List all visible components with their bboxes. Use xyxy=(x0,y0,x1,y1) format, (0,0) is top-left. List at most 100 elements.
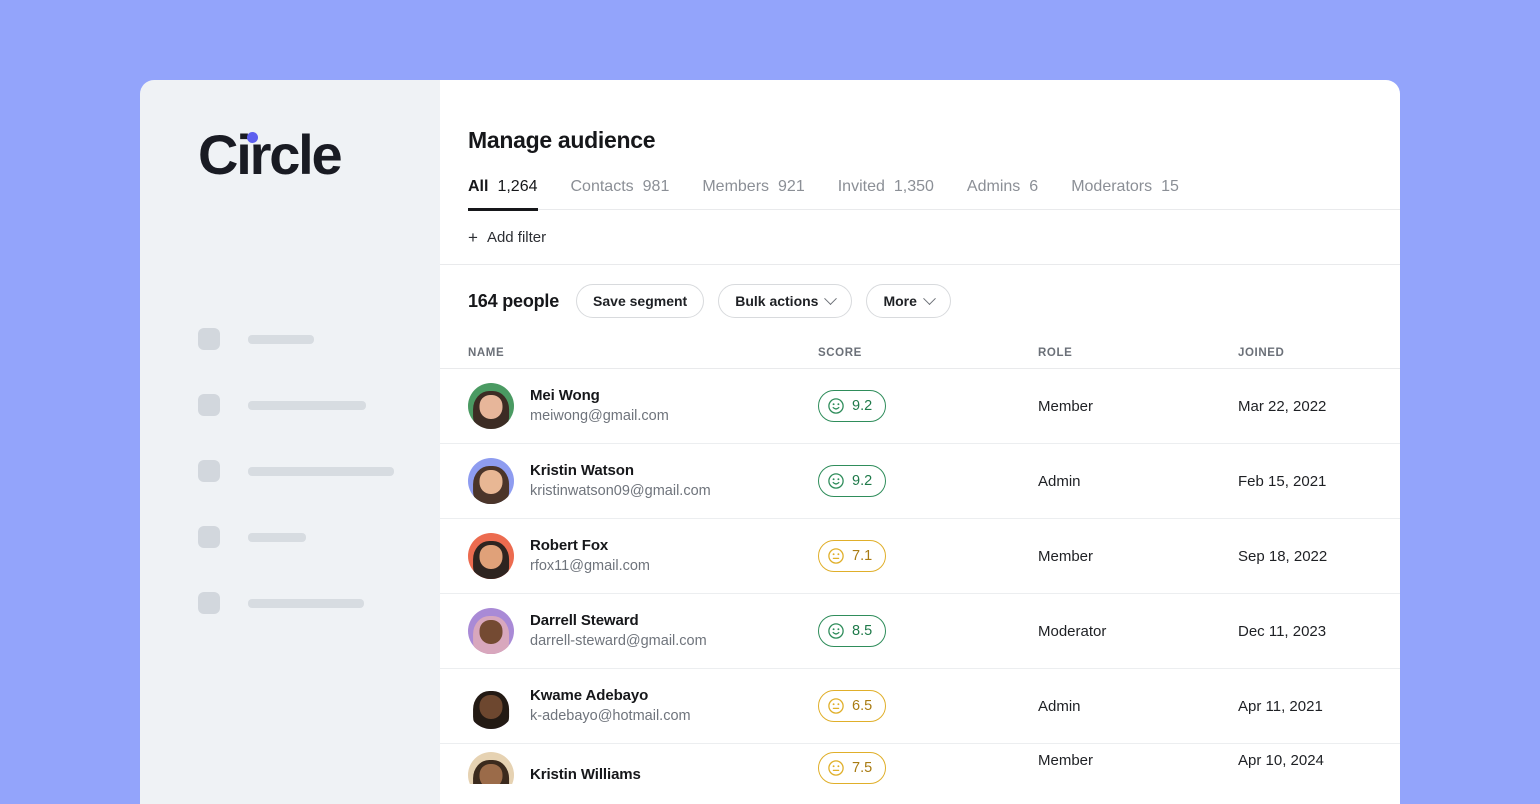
sidebar-skeleton-item xyxy=(198,460,418,482)
people-count: 164 people xyxy=(468,290,560,311)
chevron-down-icon xyxy=(824,291,838,305)
add-filter-button[interactable]: + Add filter xyxy=(468,229,546,246)
person-name: Kristin Williams xyxy=(530,766,641,784)
table-header-row: NAME SCORE ROLE JOINED xyxy=(440,337,1400,369)
avatar xyxy=(468,458,514,504)
tab-count: 1,264 xyxy=(497,178,538,195)
tab-members[interactable]: Members 921 xyxy=(702,178,804,211)
score-value: 9.2 xyxy=(852,398,873,414)
bulk-actions-button[interactable]: Bulk actions xyxy=(718,284,853,318)
score-face-icon xyxy=(828,698,844,714)
score-face-icon xyxy=(828,623,844,639)
table-row[interactable]: Kristin Watson kristinwatson09@gmail.com 9… xyxy=(440,444,1400,519)
tab-admins[interactable]: Admins 6 xyxy=(967,178,1038,211)
tab-label: All xyxy=(468,178,489,195)
score-cell: 8.5 xyxy=(818,615,1038,647)
column-header-name: NAME xyxy=(468,346,505,359)
table-row[interactable]: Kristin Williams 7.5 Member Apr 10, 2024 xyxy=(440,744,1400,784)
tab-moderators[interactable]: Moderators 15 xyxy=(1071,178,1179,211)
add-filter-label: Add filter xyxy=(486,228,547,246)
joined-cell: Sep 18, 2022 xyxy=(1238,547,1328,565)
score-cell: 9.2 xyxy=(818,390,1038,422)
score-face-icon xyxy=(828,473,844,489)
skeleton-square-icon xyxy=(198,592,220,614)
skeleton-bar xyxy=(248,532,306,542)
person-email: kristinwatson09@gmail.com xyxy=(530,483,711,500)
tab-label: Admins xyxy=(966,178,1021,195)
avatar xyxy=(468,533,514,579)
circle-logo-text: Circle xyxy=(198,123,343,186)
person-name: Kwame Adebayo xyxy=(530,686,649,704)
score-cell: 7.5 xyxy=(818,752,1038,784)
more-label: More xyxy=(883,293,917,309)
name-block: Kristin Watson kristinwatson09@gmail.com xyxy=(530,460,711,503)
tab-count: 1,350 xyxy=(893,178,934,195)
page-title: Manage audience xyxy=(468,127,656,153)
sidebar-skeleton-item xyxy=(198,394,418,416)
skeleton-bar xyxy=(248,598,364,608)
save-segment-button[interactable]: Save segment xyxy=(576,284,705,318)
table-body: Mei Wong meiwong@gmail.com 9.2 Member Mar 22… xyxy=(440,369,1400,784)
joined-cell: Feb 15, 2021 xyxy=(1238,472,1327,490)
app-window: Circle Manage audience All 1,264 Contact… xyxy=(140,80,1400,804)
person-name: Mei Wong xyxy=(530,386,600,404)
tab-count: 981 xyxy=(642,178,670,195)
table-row[interactable]: Mei Wong meiwong@gmail.com 9.2 Member Mar 22… xyxy=(440,369,1400,444)
role-cell: Member xyxy=(1038,752,1094,769)
score-badge: 8.5 xyxy=(818,615,887,647)
more-button[interactable]: More xyxy=(866,284,951,318)
person-name: Kristin Watson xyxy=(530,461,634,479)
name-block: Robert Fox rfox11@gmail.com xyxy=(530,535,650,578)
score-badge: 7.1 xyxy=(818,540,887,572)
tab-count: 921 xyxy=(778,178,805,195)
role-cell: Admin xyxy=(1038,472,1081,490)
score-badge: 6.5 xyxy=(818,690,887,722)
score-face-icon xyxy=(828,398,844,414)
tab-invited[interactable]: Invited 1,350 xyxy=(838,178,934,211)
sidebar-skeleton-item xyxy=(198,592,418,614)
score-value: 8.5 xyxy=(852,623,873,639)
role-cell: Moderator xyxy=(1038,622,1107,640)
score-value: 7.5 xyxy=(852,760,873,776)
tab-count: 6 xyxy=(1029,178,1039,195)
table-row[interactable]: Darrell Steward darrell-steward@gmail.com… xyxy=(440,594,1400,669)
audience-tabs: All 1,264 Contacts 981 Members 921 Invit… xyxy=(468,176,1400,211)
score-badge: 7.5 xyxy=(818,752,887,784)
name-cell: Kwame Adebayo k-adebayo@hotmail.com xyxy=(468,683,818,729)
tab-all[interactable]: All 1,264 xyxy=(468,178,538,211)
person-name: Robert Fox xyxy=(530,536,609,554)
column-header-score: SCORE xyxy=(818,346,862,359)
save-segment-label: Save segment xyxy=(593,293,688,309)
table-row[interactable]: Robert Fox rfox11@gmail.com 7.1 Member Sep 1… xyxy=(440,519,1400,594)
name-block: Mei Wong meiwong@gmail.com xyxy=(530,385,669,428)
skeleton-square-icon xyxy=(198,394,220,416)
table-row[interactable]: Kwame Adebayo k-adebayo@hotmail.com 6.5 Adm… xyxy=(440,669,1400,744)
tab-contacts[interactable]: Contacts 981 xyxy=(571,178,670,211)
name-cell: Mei Wong meiwong@gmail.com xyxy=(468,383,818,429)
tab-label: Contacts xyxy=(570,178,634,195)
name-cell: Robert Fox rfox11@gmail.com xyxy=(468,533,818,579)
main-content: Manage audience All 1,264 Contacts 981 M… xyxy=(440,80,1400,804)
person-email: darrell-steward@gmail.com xyxy=(530,633,707,650)
sidebar-skeleton-item xyxy=(198,526,418,548)
score-value: 9.2 xyxy=(852,473,873,489)
avatar xyxy=(468,608,514,654)
avatar xyxy=(468,683,514,729)
skeleton-bar xyxy=(248,466,394,476)
joined-cell: Apr 11, 2021 xyxy=(1238,697,1323,715)
name-cell: Darrell Steward darrell-steward@gmail.com xyxy=(468,608,818,654)
skeleton-bar xyxy=(248,400,366,410)
joined-cell: Dec 11, 2023 xyxy=(1238,622,1327,640)
score-badge: 9.2 xyxy=(818,390,887,422)
skeleton-square-icon xyxy=(198,460,220,482)
sidebar-skeleton-list xyxy=(198,328,418,658)
joined-cell: Apr 10, 2024 xyxy=(1238,752,1324,769)
column-header-role: ROLE xyxy=(1038,346,1073,359)
person-email: k-adebayo@hotmail.com xyxy=(530,708,691,725)
circle-logo[interactable]: Circle xyxy=(198,127,343,183)
score-badge: 9.2 xyxy=(818,465,887,497)
plus-icon: + xyxy=(468,227,478,247)
sidebar: Circle xyxy=(140,80,440,804)
table-toolbar: 164 people Save segment Bulk actions Mor… xyxy=(440,265,1400,337)
name-cell: Kristin Williams xyxy=(468,752,818,784)
